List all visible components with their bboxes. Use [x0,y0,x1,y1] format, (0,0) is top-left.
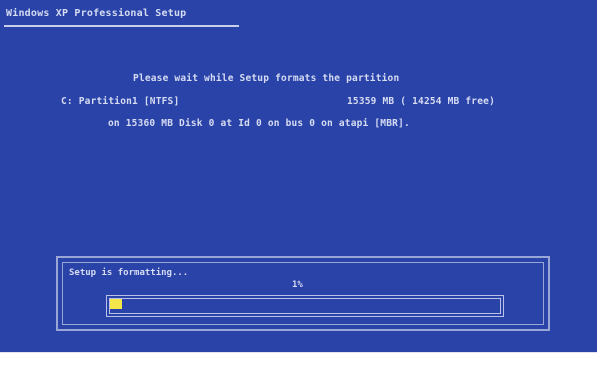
progress-bar-fill [110,299,122,309]
partition-size: 15359 MB ( 14254 MB free) [347,96,495,107]
format-message: Please wait while Setup formats the part… [133,73,400,84]
screen-bottom-edge [0,352,597,353]
partition-label: C: Partition1 [NTFS] [61,96,180,107]
setup-screen: Windows XP Professional Setup Please wai… [0,0,597,352]
progress-percent: 1% [292,280,303,290]
disk-info: on 15360 MB Disk 0 at Id 0 on bus 0 on a… [108,118,410,129]
progress-status: Setup is formatting... [69,268,189,278]
progress-bar [106,295,504,317]
progress-bar-inner [109,298,501,314]
title-underline [4,25,239,27]
setup-title: Windows XP Professional Setup [6,8,187,19]
